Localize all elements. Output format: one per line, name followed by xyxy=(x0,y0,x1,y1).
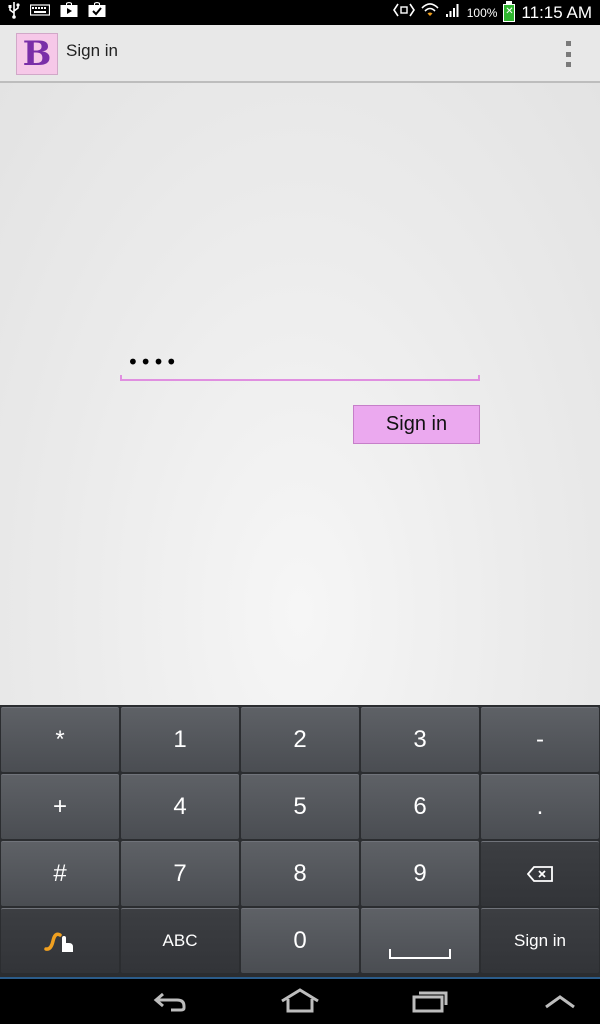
app-logo-icon[interactable]: B xyxy=(16,33,58,75)
key-hash[interactable]: # xyxy=(1,841,119,906)
status-time: 11:15 AM xyxy=(521,2,592,22)
swype-key[interactable] xyxy=(1,908,119,973)
field-edge-left xyxy=(120,375,122,381)
hide-keyboard-icon[interactable] xyxy=(520,983,600,1019)
backspace-icon xyxy=(527,866,553,882)
key-6[interactable]: 6 xyxy=(361,774,479,839)
key-plus[interactable]: + xyxy=(1,774,119,839)
field-edge-right xyxy=(478,375,480,381)
keyboard-icon xyxy=(29,3,51,23)
status-bar: 100% ✕ 11:15 AM xyxy=(0,0,600,25)
task-icon xyxy=(88,2,106,24)
overflow-menu-icon[interactable] xyxy=(560,41,576,67)
key-2[interactable]: 2 xyxy=(241,707,359,772)
key-minus[interactable]: - xyxy=(481,707,599,772)
action-bar: B Sign in xyxy=(0,25,600,83)
abc-key[interactable]: ABC xyxy=(121,908,239,973)
home-icon[interactable] xyxy=(260,983,340,1019)
signal-icon xyxy=(445,2,461,24)
key-7[interactable]: 7 xyxy=(121,841,239,906)
battery-icon: ✕ xyxy=(503,0,516,22)
key-period[interactable]: . xyxy=(481,774,599,839)
page-title: Sign in xyxy=(66,41,118,60)
recent-apps-icon[interactable] xyxy=(390,983,470,1019)
battery-percent: 100% xyxy=(466,5,498,20)
wifi-icon xyxy=(421,2,439,24)
key-1[interactable]: 1 xyxy=(121,707,239,772)
key-8[interactable]: 8 xyxy=(241,841,359,906)
swype-icon xyxy=(44,932,73,952)
key-4[interactable]: 4 xyxy=(121,774,239,839)
back-icon[interactable] xyxy=(130,983,210,1019)
navigation-bar xyxy=(0,979,600,1024)
sign-in-button[interactable]: Sign in xyxy=(353,405,480,444)
keyboard-sign-in-key[interactable]: Sign in xyxy=(481,908,599,973)
key-5[interactable]: 5 xyxy=(241,774,359,839)
key-9[interactable]: 9 xyxy=(361,841,479,906)
password-field[interactable] xyxy=(120,345,480,381)
backspace-key[interactable] xyxy=(481,841,599,906)
nfc-icon xyxy=(392,2,415,24)
key-0[interactable]: 0 xyxy=(241,908,359,973)
space-icon xyxy=(389,949,451,959)
key-asterisk[interactable]: * xyxy=(1,707,119,772)
logo-letter: B xyxy=(22,34,52,74)
key-3[interactable]: 3 xyxy=(361,707,479,772)
sign-in-content: Sign in xyxy=(0,83,600,705)
status-system: 100% ✕ 11:15 AM xyxy=(392,0,592,24)
numeric-keyboard: * 1 2 3 - + 4 5 6 . # 7 8 9 ABC 0 Sign i… xyxy=(0,705,600,977)
play-store-icon xyxy=(60,2,78,24)
usb-icon xyxy=(8,1,20,25)
status-notifications xyxy=(8,1,106,25)
space-key[interactable] xyxy=(361,908,479,973)
